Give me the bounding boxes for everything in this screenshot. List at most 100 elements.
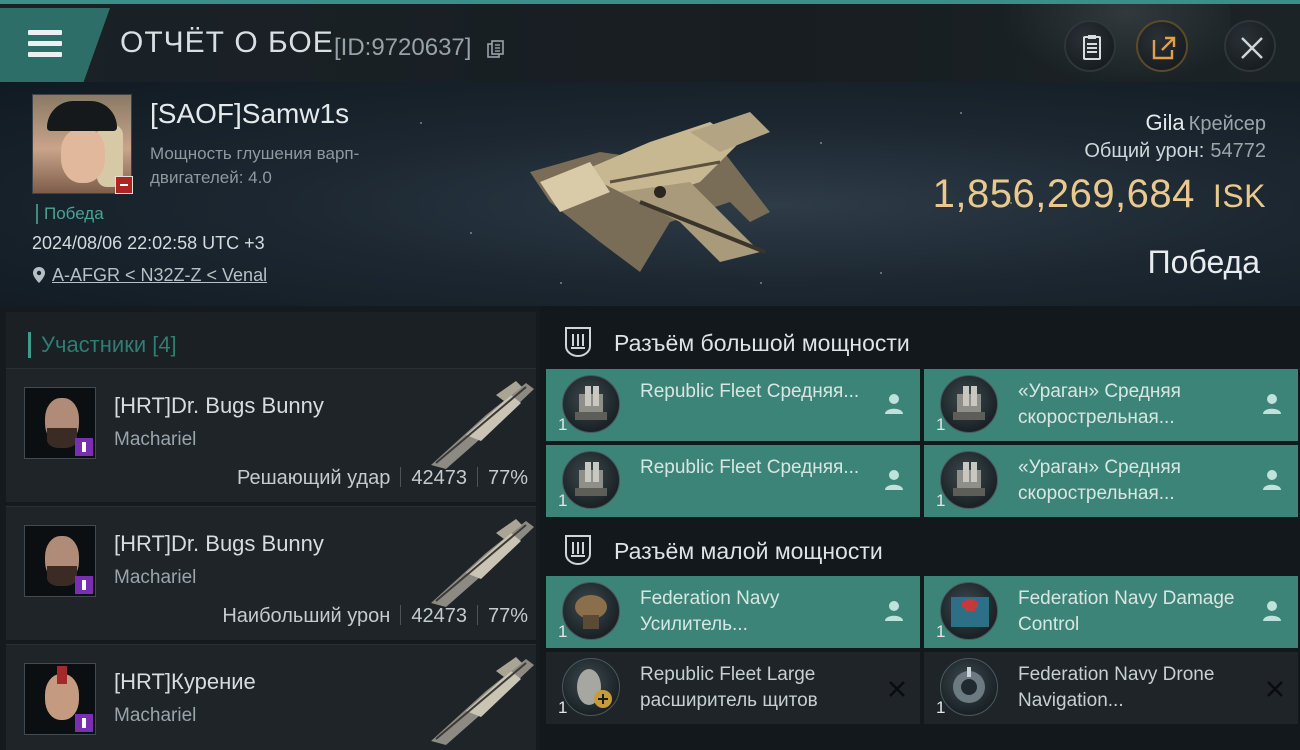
module-quantity: 1 (558, 491, 568, 510)
participant-role: Наибольший урон (222, 605, 391, 627)
module-item[interactable]: 1 Republic Fleet Средняя... (546, 369, 920, 441)
turret-icon-graphic (575, 462, 607, 496)
portrait-cap (47, 101, 117, 131)
victim-ship-image[interactable] (520, 102, 780, 292)
shield-extender-icon-graphic (577, 669, 612, 708)
module-item[interactable]: 1 Federation Navy Damage Control (924, 576, 1298, 648)
module-name: «Ураган» Средняя скорострельная... (1018, 457, 1181, 504)
victim-name[interactable]: [SAOF]Samw1s (150, 98, 349, 130)
module-name: «Ураган» Средняя скорострельная... (1018, 381, 1181, 428)
avatar-beard (47, 566, 77, 586)
module-item[interactable]: 1 Federation Navy Drone Navigation... (924, 652, 1298, 724)
module-name: Republic Fleet Средняя... (640, 457, 860, 478)
location-link[interactable]: A-AFGR < N32Z-Z < Venal (52, 265, 267, 285)
module-name: Republic Fleet Средняя... (640, 381, 860, 402)
damage-control-icon (940, 582, 998, 640)
fitting-panel: Разъём большой мощности 1 Republic Fleet… (540, 306, 1300, 750)
participant-percent: 77% (487, 467, 528, 489)
participants-label: Участники [4] (28, 332, 177, 358)
damage-control-icon-graphic (951, 597, 989, 627)
person-icon (1263, 601, 1281, 621)
low-slot-header: Разъём малой мощности (540, 518, 1300, 580)
participant-ship: Machariel (114, 567, 197, 588)
module-quantity: 1 (936, 415, 946, 434)
participant-row[interactable]: [HRT]Dr. Bugs Bunny Machariel Наибольший… (6, 506, 536, 640)
module-item[interactable]: 1 Republic Fleet Средняя... (546, 445, 920, 517)
turret-icon-graphic (575, 386, 607, 420)
menu-icon-bar (28, 41, 62, 46)
destroyed-x-icon (889, 681, 905, 697)
stats-divider (400, 467, 402, 487)
turret-icon (562, 375, 620, 433)
module-quantity: 1 (936, 698, 946, 717)
kill-summary-panel: [SAOF]Samw1s Мощность глушения варп-двиг… (0, 82, 1300, 306)
participant-avatar[interactable] (24, 387, 96, 459)
high-slot-header: Разъём большой мощности (540, 310, 1300, 372)
person-icon (885, 394, 903, 414)
avatar-beard (47, 428, 77, 448)
victim-attribute: Мощность глушения варп-двигателей: 4.0 (150, 144, 360, 187)
participants-header[interactable]: Участники [4] (6, 312, 536, 372)
star (470, 232, 472, 234)
portrait-face (61, 129, 105, 183)
amplifier-icon (562, 582, 620, 640)
ship-class: Крейсер (1188, 113, 1266, 135)
turret-icon (562, 451, 620, 509)
isk-amount: 1,856,269,684 (932, 172, 1195, 216)
report-id: [ID:9720637] (334, 34, 472, 61)
star (960, 112, 962, 114)
participant-ship: Machariel (114, 705, 197, 726)
stats-divider (476, 605, 478, 625)
security-status-icon (75, 438, 93, 456)
drone-navigation-icon-graphic (953, 667, 985, 703)
slot-shield-icon (565, 327, 591, 358)
star (820, 142, 822, 144)
module-item[interactable]: 1 «Ураган» Средняя скорострельная... (924, 445, 1298, 517)
participant-stats: Наибольший урон 42473 77% (222, 605, 528, 628)
location-pin-icon (33, 267, 45, 283)
stats-divider (400, 605, 402, 625)
page-title: ОТЧЁТ О БОЕ (120, 26, 334, 59)
menu-icon-bar (28, 52, 62, 57)
close-button[interactable] (1224, 20, 1276, 72)
menu-icon (28, 30, 62, 35)
high-slot-label: Разъём большой мощности (614, 330, 910, 356)
participant-percent: 77% (487, 605, 528, 627)
isk-value: 1,856,269,684 ISK (933, 172, 1266, 217)
star (880, 272, 882, 274)
module-item[interactable]: 1 Republic Fleet Large расширитель щитов (546, 652, 920, 724)
participant-avatar[interactable] (24, 525, 96, 597)
isk-unit: ISK (1212, 178, 1266, 214)
victim-ship: Gila Крейсер (1146, 110, 1266, 136)
module-name: Federation Navy Усилитель... (640, 588, 780, 635)
standing-badge (115, 176, 133, 194)
turret-icon (940, 375, 998, 433)
person-icon (1263, 470, 1281, 490)
share-button[interactable] (1136, 20, 1188, 72)
menu-button[interactable] (0, 8, 110, 82)
participant-stats: Решающий удар 42473 77% (237, 467, 528, 490)
module-item[interactable]: 1 «Ураган» Средняя скорострельная... (924, 369, 1298, 441)
participant-avatar[interactable] (24, 663, 96, 735)
kill-result: Победа (1147, 244, 1260, 280)
module-name: Federation Navy Drone Navigation... (1018, 664, 1215, 711)
participant-damage: 42473 (411, 605, 467, 627)
participant-row[interactable]: [HRT]Курение Machariel (6, 644, 536, 750)
clipboard-button[interactable] (1064, 20, 1116, 72)
copy-icon[interactable] (487, 40, 505, 58)
participant-row[interactable]: [HRT]Dr. Bugs Bunny Machariel Решающий у… (6, 368, 536, 502)
shield-extender-icon (562, 658, 620, 716)
ship-name[interactable]: Gila (1146, 110, 1185, 135)
module-quantity: 1 (558, 698, 568, 717)
drone-navigation-icon (940, 658, 998, 716)
participant-ship-image (431, 657, 534, 745)
participant-name: [HRT]Курение (114, 669, 256, 694)
kill-datetime: 2024/08/06 22:02:58 UTC +3 (32, 233, 265, 253)
module-item[interactable]: 1 Federation Navy Усилитель... (546, 576, 920, 648)
module-quantity: 1 (936, 622, 946, 641)
low-slot-label: Разъём малой мощности (614, 538, 883, 564)
kill-location[interactable]: A-AFGR < N32Z-Z < Venal (32, 265, 267, 286)
total-damage: Общий урон: 54772 (1084, 140, 1266, 163)
avatar-mohawk (57, 666, 67, 684)
person-icon (885, 470, 903, 490)
